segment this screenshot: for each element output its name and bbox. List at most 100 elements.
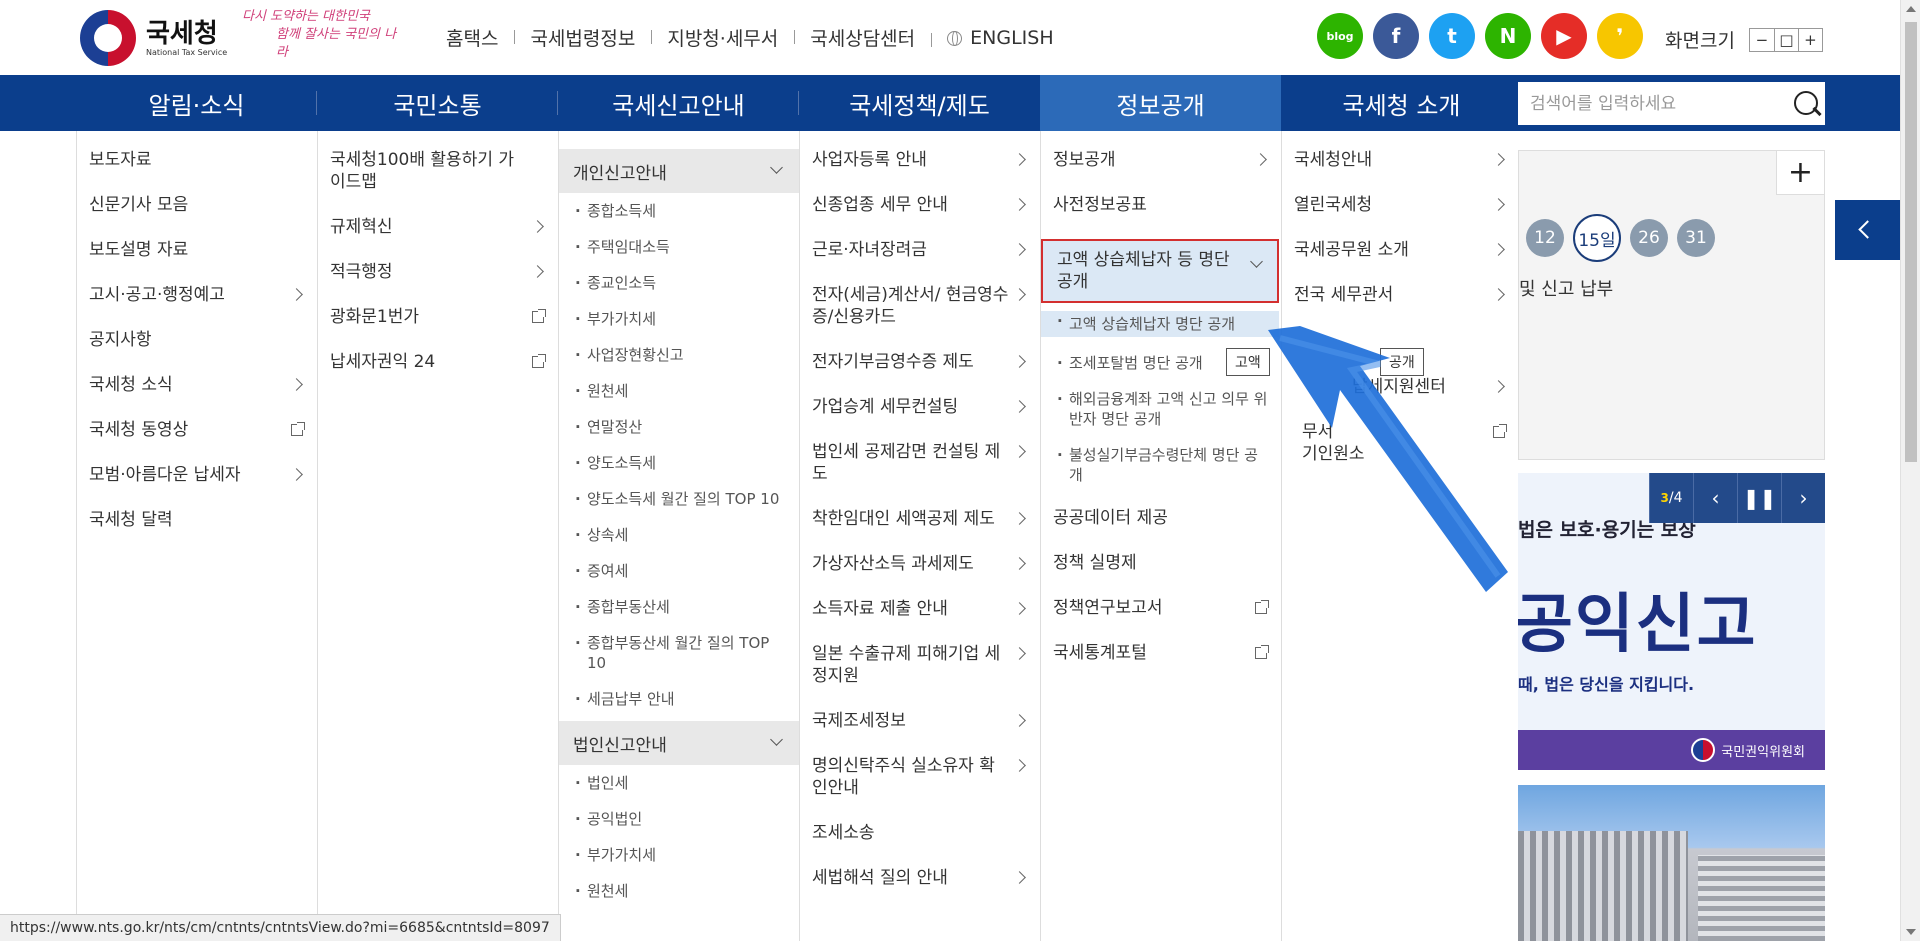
nav-about[interactable]: 국세청 소개 xyxy=(1281,75,1522,131)
kakao-icon[interactable]: ❜ xyxy=(1597,13,1643,59)
calendar-day[interactable]: 15일 xyxy=(1573,214,1621,262)
menu-about-item[interactable]: 국세청안내 xyxy=(1282,149,1519,171)
menu-tax-policy-item[interactable]: 착한임대인 세액공제 제도 xyxy=(800,508,1040,530)
menu-tax-policy-item[interactable]: 사업자등록 안내 xyxy=(800,149,1040,171)
menu-tax-policy-item[interactable]: 명의신탁주식 실소유자 확인안내 xyxy=(800,755,1040,799)
menu-communication-item[interactable]: 납세자권익 24 xyxy=(318,351,558,373)
menu-delinquent-list-highlighted[interactable]: 고액 상습체납자 등 명단 공개 xyxy=(1041,239,1279,303)
menu-tax-policy-item[interactable]: 근로·자녀장려금 xyxy=(800,239,1040,261)
menu-notice-item[interactable]: 국세청 소식 xyxy=(77,374,317,396)
menu-about-item-partial[interactable]: 납세지원센터 xyxy=(1282,376,1519,398)
tax-schedule-note[interactable]: 및 신고 납부 xyxy=(1519,275,1613,301)
menu-notice-item[interactable]: 보도자료 xyxy=(77,149,317,171)
banner-next-button[interactable]: › xyxy=(1781,473,1825,523)
menu-notice-item[interactable]: 모범·아름다운 납세자 xyxy=(77,464,317,486)
menu-group-corporate-filing[interactable]: 법인신고안내 xyxy=(559,721,799,765)
menu-about-item-partial[interactable]: 무서 xyxy=(1282,421,1519,443)
menu-notice-item[interactable]: 국세청 동영상 xyxy=(77,419,317,441)
menu-disclosure-sub-item[interactable]: 불성실기부금수령단체 명단 공개 xyxy=(1041,445,1281,485)
menu-personal-filing-item[interactable]: 종합부동산세 월간 질의 TOP 10 xyxy=(559,633,799,673)
menu-notice-item[interactable]: 공지사항 xyxy=(77,329,317,351)
menu-personal-filing-item[interactable]: 양도소득세 월간 질의 TOP 10 xyxy=(559,489,799,509)
calendar-day[interactable]: 12 xyxy=(1526,219,1564,257)
menu-tax-policy-item[interactable]: 가상자산소득 과세제도 xyxy=(800,553,1040,575)
menu-info-disclosure-item[interactable]: 정책연구보고서 xyxy=(1041,597,1281,619)
menu-group-personal-filing[interactable]: 개인신고안내 xyxy=(559,149,799,193)
search-input[interactable] xyxy=(1530,93,1780,114)
menu-disclosure-sub-item[interactable]: 해외금융계좌 고액 신고 의무 위반자 명단 공개 xyxy=(1041,389,1281,429)
menu-about-item[interactable]: 국세공무원 소개 xyxy=(1282,239,1519,261)
menu-about-item[interactable]: 열린국세청 xyxy=(1282,194,1519,216)
scroll-thumb[interactable] xyxy=(1905,22,1917,462)
naver-post-icon[interactable]: N xyxy=(1485,13,1531,59)
menu-tax-policy-item[interactable]: 전자(세금)계산서/ 현금영수증/신용카드 xyxy=(800,284,1040,328)
nav-tax-policy[interactable]: 국세정책/제도 xyxy=(799,75,1040,131)
menu-personal-filing-item[interactable]: 세금납부 안내 xyxy=(559,689,799,709)
menu-info-disclosure-item[interactable]: 정보공개 xyxy=(1041,149,1281,171)
menu-personal-filing-item[interactable]: 부가가치세 xyxy=(559,309,799,329)
menu-disclosure-sub-item[interactable]: 고액 상습체납자 명단 공개 xyxy=(1041,311,1279,337)
menu-tax-policy-item[interactable]: 세법해석 질의 안내 xyxy=(800,867,1040,889)
banner-pause-button[interactable]: ❚❚ xyxy=(1737,473,1781,523)
link-regional-offices[interactable]: 지방청·세무서 xyxy=(651,24,794,51)
menu-personal-filing-item[interactable]: 증여세 xyxy=(559,561,799,581)
menu-corporate-filing-item[interactable]: 부가가치세 xyxy=(559,845,799,865)
side-panel-toggle-button[interactable] xyxy=(1835,200,1900,260)
banner-prev-button[interactable]: ‹ xyxy=(1693,473,1737,523)
link-english[interactable]: ENGLISH xyxy=(931,27,1069,49)
zoom-reset-button[interactable]: □ xyxy=(1773,28,1798,51)
twitter-icon[interactable]: t xyxy=(1429,13,1475,59)
menu-about-item[interactable]: 전국 세무관서 xyxy=(1282,284,1519,306)
nav-notice[interactable]: 알림·소식 xyxy=(76,75,317,131)
link-tax-law[interactable]: 국세법령정보 xyxy=(514,24,651,51)
menu-tax-policy-item[interactable]: 국제조세정보 xyxy=(800,710,1040,732)
nav-communication[interactable]: 국민소통 xyxy=(317,75,558,131)
nav-tax-filing[interactable]: 국세신고안내 xyxy=(558,75,799,131)
menu-communication-item[interactable]: 국세청100배 활용하기 가이드맵 xyxy=(318,149,558,193)
menu-personal-filing-item[interactable]: 종교인소득 xyxy=(559,273,799,293)
menu-personal-filing-item[interactable]: 종합부동산세 xyxy=(559,597,799,617)
menu-corporate-filing-item[interactable]: 원천세 xyxy=(559,881,799,901)
menu-info-disclosure-item[interactable]: 정책 실명제 xyxy=(1041,552,1281,574)
youtube-icon[interactable]: ▶ xyxy=(1541,13,1587,59)
calendar-day[interactable]: 31 xyxy=(1677,219,1715,257)
link-hometax[interactable]: 홈택스 xyxy=(430,24,514,51)
building-photo[interactable] xyxy=(1518,785,1825,941)
facebook-icon[interactable]: f xyxy=(1373,13,1419,59)
menu-tax-policy-item[interactable]: 일본 수출규제 피해기업 세정지원 xyxy=(800,643,1040,687)
menu-tax-policy-item[interactable]: 조세소송 xyxy=(800,822,1040,844)
zoom-out-button[interactable]: − xyxy=(1750,29,1774,51)
scroll-up-icon[interactable] xyxy=(1906,6,1916,12)
zoom-in-button[interactable]: + xyxy=(1797,28,1822,51)
menu-communication-item[interactable]: 광화문1번가 xyxy=(318,306,558,328)
menu-personal-filing-item[interactable]: 원천세 xyxy=(559,381,799,401)
menu-personal-filing-item[interactable]: 주택임대소득 xyxy=(559,237,799,257)
menu-tax-policy-item[interactable]: 소득자료 제출 안내 xyxy=(800,598,1040,620)
menu-about-item-partial[interactable]: 기인원소 xyxy=(1282,443,1519,465)
menu-communication-item[interactable]: 규제혁신 xyxy=(318,216,558,238)
more-plus-button[interactable]: + xyxy=(1776,151,1824,195)
link-consult-center[interactable]: 국세상담센터 xyxy=(794,24,931,51)
menu-tax-policy-item[interactable]: 가업승계 세무컨설팅 xyxy=(800,396,1040,418)
page-scrollbar[interactable] xyxy=(1900,0,1920,941)
menu-personal-filing-item[interactable]: 양도소득세 xyxy=(559,453,799,473)
calendar-day[interactable]: 26 xyxy=(1630,219,1668,257)
menu-info-disclosure-item[interactable]: 사전정보공표 xyxy=(1041,194,1281,216)
promo-banner[interactable]: 3/4 ‹ ❚❚ › 법은 보호·용기는 보상 공익신고 때, 법은 당신을 지… xyxy=(1518,473,1825,770)
menu-personal-filing-item[interactable]: 연말정산 xyxy=(559,417,799,437)
menu-personal-filing-item[interactable]: 상속세 xyxy=(559,525,799,545)
menu-personal-filing-item[interactable]: 사업장현황신고 xyxy=(559,345,799,365)
menu-corporate-filing-item[interactable]: 공익법인 xyxy=(559,809,799,829)
menu-info-disclosure-item[interactable]: 국세통계포털 xyxy=(1041,642,1281,664)
slogan-banner[interactable]: 다시 도약하는 대한민국 함께 잘사는 국민의 나라 xyxy=(242,9,402,60)
menu-tax-policy-item[interactable]: 법인세 공제감면 컨설팅 제도 xyxy=(800,441,1040,485)
scroll-down-icon[interactable] xyxy=(1906,929,1916,935)
menu-personal-filing-item[interactable]: 종합소득세 xyxy=(559,201,799,221)
nav-info-disclosure[interactable]: 정보공개 xyxy=(1040,75,1281,131)
menu-notice-item[interactable]: 고시·공고·행정예고 xyxy=(77,284,317,306)
menu-tax-policy-item[interactable]: 전자기부금영수증 제도 xyxy=(800,351,1040,373)
menu-notice-item[interactable]: 국세청 달력 xyxy=(77,509,317,531)
menu-tax-policy-item[interactable]: 신종업종 세무 안내 xyxy=(800,194,1040,216)
menu-notice-item[interactable]: 보도설명 자료 xyxy=(77,239,317,261)
menu-info-disclosure-item[interactable]: 공공데이터 제공 xyxy=(1041,507,1281,529)
